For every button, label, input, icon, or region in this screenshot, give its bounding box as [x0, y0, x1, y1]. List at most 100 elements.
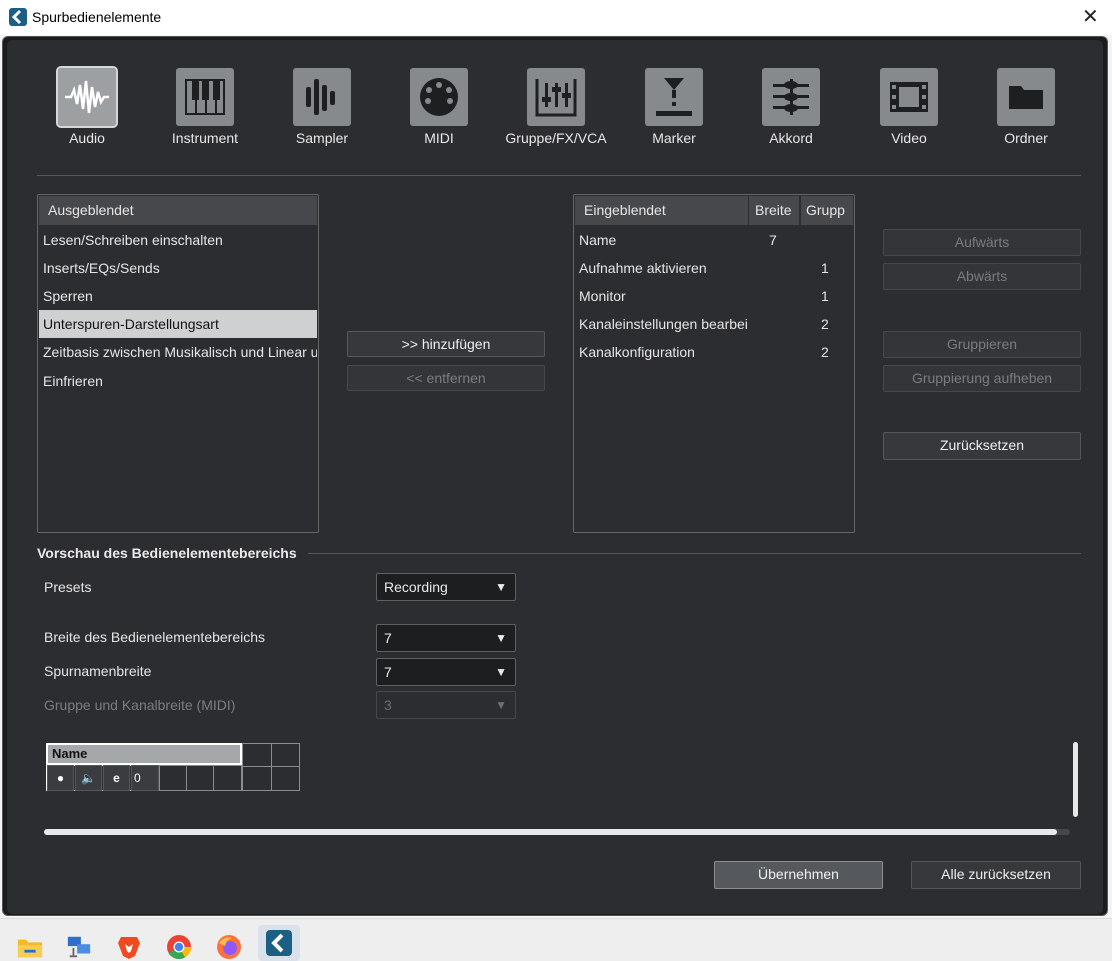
table-row[interactable]: Monitor 1 [575, 282, 853, 310]
visible-elements-list[interactable]: Eingeblendet Breite Grupp Name 7 Aufnahm… [573, 194, 855, 533]
midi-width-value: 3 [384, 697, 392, 713]
track-type-group-fx-vca[interactable]: Gruppe/FX/VCA [497, 68, 615, 146]
firefox-browser-icon[interactable] [216, 934, 242, 960]
close-icon[interactable]: ✕ [1082, 4, 1099, 29]
control-area-width-select[interactable]: 7 ▼ [376, 624, 516, 652]
group-button[interactable]: Gruppieren [883, 331, 1081, 358]
track-type-midi[interactable]: MIDI [380, 68, 498, 146]
preview-grid-cell [271, 766, 300, 791]
brave-browser-icon[interactable] [116, 934, 142, 960]
marker-icon [645, 68, 703, 126]
track-name-width-select[interactable]: 7 ▼ [376, 658, 516, 686]
track-control-preview: Name ● 🔈 e 0 [46, 743, 300, 791]
preview-grid-cell [242, 766, 272, 791]
monitor-speaker-icon[interactable]: 🔈 [75, 765, 102, 791]
track-type-label: Gruppe/FX/VCA [505, 130, 607, 146]
track-type-video[interactable]: Video [850, 68, 968, 146]
sampler-icon [293, 68, 351, 126]
column-header-name[interactable]: Eingeblendet [575, 196, 748, 225]
preview-grid-cell [242, 743, 272, 767]
column-header-group[interactable]: Grupp [801, 196, 853, 225]
reset-button[interactable]: Zurücksetzen [883, 432, 1081, 460]
list-item[interactable]: Zeitbasis zwischen Musikalisch und Linea… [39, 338, 317, 366]
row-width: 7 [769, 232, 777, 248]
row-name: Aufnahme aktivieren [579, 260, 707, 276]
window-title: Spurbedienelemente [32, 9, 162, 25]
presets-value: Recording [384, 579, 448, 595]
preview-grid-cell [213, 765, 242, 791]
horizontal-scrollbar-thumb[interactable] [44, 829, 1057, 835]
track-type-instrument[interactable]: Instrument [146, 68, 264, 146]
divider [308, 553, 1081, 554]
chevron-down-icon: ▼ [495, 665, 507, 679]
table-row[interactable]: Kanalkonfiguration 2 [575, 338, 853, 366]
ungroup-button[interactable]: Gruppierung aufheben [883, 365, 1081, 392]
list-item[interactable]: Einfrieren [39, 367, 317, 395]
table-row[interactable]: Aufnahme aktivieren 1 [575, 254, 853, 282]
chevron-down-icon: ▼ [495, 698, 507, 712]
column-header-width[interactable]: Breite [749, 196, 799, 225]
row-name: Kanaleinstellungen bearbei [579, 316, 748, 332]
list-item-selected[interactable]: Unterspuren-Darstellungsart [39, 310, 317, 338]
preview-grid-cell [186, 765, 214, 791]
preview-grid-cell [271, 743, 300, 767]
row-group: 2 [821, 344, 829, 360]
track-type-folder[interactable]: Ordner [967, 68, 1085, 146]
track-type-audio[interactable]: Audio [28, 66, 146, 146]
track-name-width-label: Spurnamenbreite [44, 663, 152, 679]
waveform-icon [56, 66, 118, 128]
row-name: Kanalkonfiguration [579, 344, 695, 360]
move-down-button[interactable]: Abwärts [883, 263, 1081, 290]
file-explorer-icon[interactable] [17, 934, 43, 960]
row-name: Monitor [579, 288, 626, 304]
track-type-label: Ordner [1004, 130, 1048, 146]
presets-select[interactable]: Recording ▼ [376, 573, 516, 601]
preview-grid-cell [159, 765, 187, 791]
hidden-list-header: Ausgeblendet [39, 196, 317, 225]
apply-button[interactable]: Übernehmen [714, 861, 883, 889]
track-type-label: Sampler [295, 130, 349, 146]
piano-icon [176, 68, 234, 126]
table-row[interactable]: Kanaleinstellungen bearbei 2 [575, 310, 853, 338]
taskbar [0, 918, 1112, 961]
network-icon[interactable] [66, 934, 92, 960]
reset-all-button[interactable]: Alle zurücksetzen [911, 861, 1081, 889]
chevron-down-icon: ▼ [495, 631, 507, 645]
vertical-scrollbar-thumb[interactable] [1073, 742, 1078, 817]
add-button[interactable]: >> hinzufügen [347, 331, 545, 357]
row-group: 1 [821, 288, 829, 304]
list-item[interactable]: Inserts/EQs/Sends [39, 254, 317, 282]
table-row[interactable]: Name 7 [575, 226, 853, 254]
remove-button[interactable]: << entfernen [347, 365, 545, 391]
preview-section-title: Vorschau des Bedienelementebereichs [37, 545, 297, 561]
track-type-label: Akkord [769, 130, 813, 146]
track-type-label: Video [891, 130, 927, 146]
edit-channel-icon[interactable]: e [103, 765, 130, 791]
cubase-icon[interactable] [258, 925, 300, 961]
midi-width-select[interactable]: 3 ▼ [376, 691, 516, 719]
list-item[interactable]: Sperren [39, 282, 317, 310]
presets-label: Presets [44, 579, 92, 595]
list-item[interactable]: Lesen/Schreiben einschalten [39, 226, 317, 254]
midi-connector-icon [410, 68, 468, 126]
chevron-down-icon: ▼ [495, 580, 507, 594]
channel-config-field[interactable]: 0 [131, 765, 159, 791]
track-name-width-value: 7 [384, 664, 392, 680]
move-up-button[interactable]: Aufwärts [883, 229, 1081, 256]
window-titlebar: Spurbedienelemente ✕ [0, 0, 1112, 35]
midi-width-label: Gruppe und Kanalbreite (MIDI) [44, 697, 236, 713]
chrome-browser-icon[interactable] [166, 934, 192, 960]
track-type-chord[interactable]: Akkord [732, 68, 850, 146]
track-name-field[interactable]: Name [46, 743, 242, 765]
mixer-icon [527, 68, 585, 126]
track-type-sampler[interactable]: Sampler [263, 68, 381, 146]
control-area-width-value: 7 [384, 630, 392, 646]
row-name: Name [579, 232, 617, 248]
folder-icon [997, 68, 1055, 126]
row-group: 1 [821, 260, 829, 276]
record-enable-icon[interactable]: ● [47, 765, 74, 791]
control-area-width-label: Breite des Bedienelementebereichs [44, 629, 266, 645]
track-type-marker[interactable]: Marker [615, 68, 733, 146]
hidden-elements-list[interactable]: Ausgeblendet Lesen/Schreiben einschalten… [37, 194, 319, 533]
film-icon [880, 68, 938, 126]
